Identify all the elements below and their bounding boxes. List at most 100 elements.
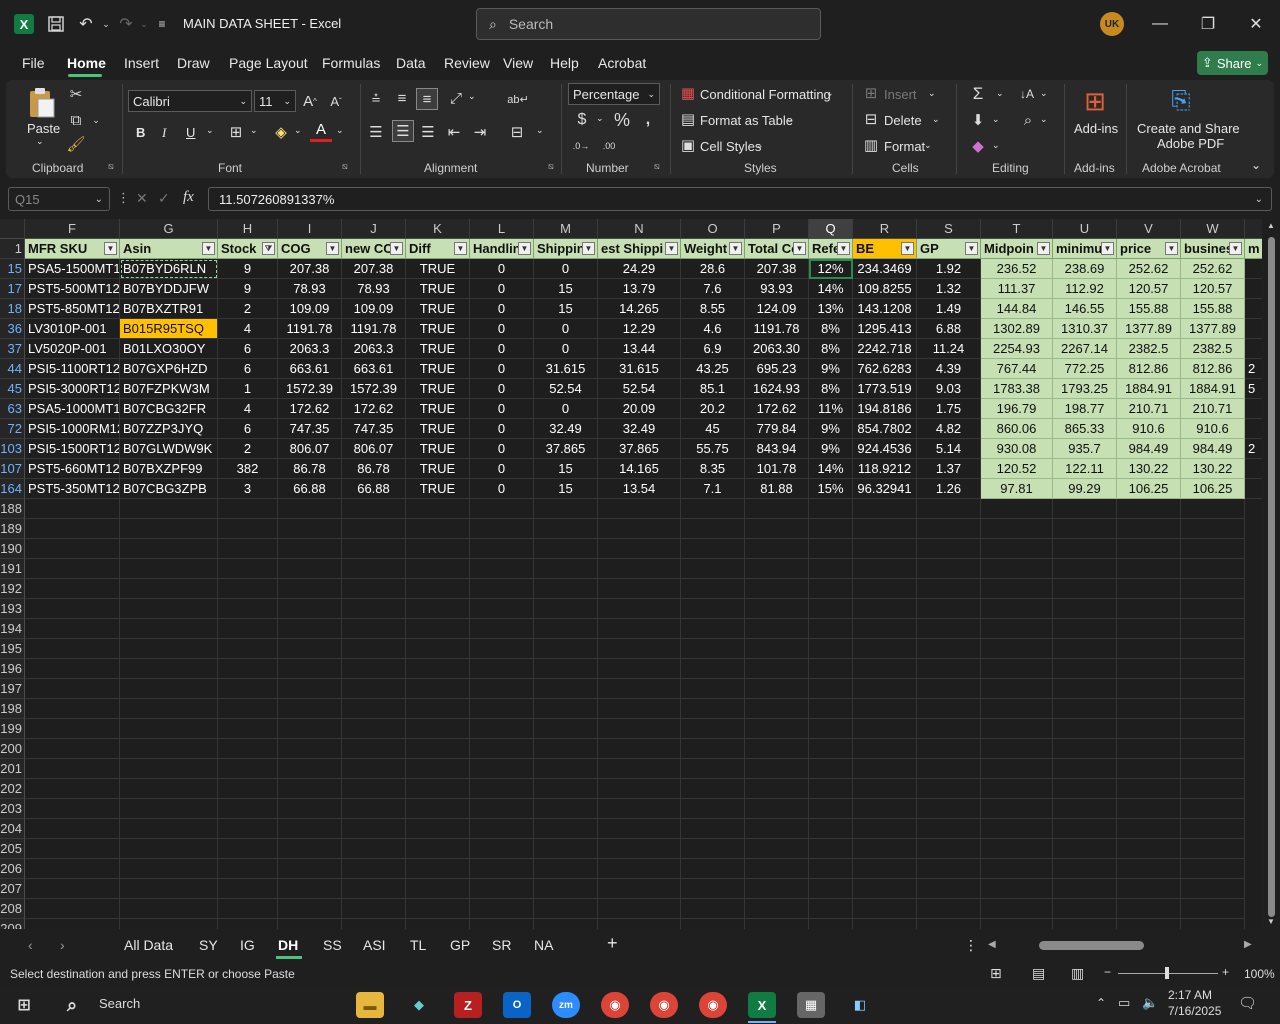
empty-cell[interactable] xyxy=(809,899,853,919)
empty-cell[interactable] xyxy=(406,859,470,879)
chevron-down-icon[interactable]: ⌄ xyxy=(786,114,794,125)
empty-cell[interactable] xyxy=(218,919,278,929)
table-cell[interactable]: 198.77 xyxy=(1053,399,1117,419)
row-header[interactable]: 200 xyxy=(0,739,25,759)
sheet-tab-dh[interactable]: DH xyxy=(278,937,298,953)
chevron-down-icon[interactable]: ⌄ xyxy=(932,114,940,125)
table-cell[interactable]: 6 xyxy=(218,359,278,379)
chevron-down-icon[interactable]: ⌄ xyxy=(924,140,932,151)
table-cell[interactable]: 1793.25 xyxy=(1053,379,1117,399)
empty-cell[interactable] xyxy=(917,619,981,639)
column-header-l[interactable]: L xyxy=(470,219,534,239)
windows-start-icon[interactable]: ⊞ xyxy=(10,992,38,1018)
empty-cell[interactable] xyxy=(745,859,809,879)
chevron-down-icon[interactable]: ⌄ xyxy=(756,140,764,151)
table-cell[interactable]: 78.93 xyxy=(342,279,406,299)
empty-cell[interactable] xyxy=(981,679,1053,699)
restore-icon[interactable]: ❐ xyxy=(1193,10,1223,38)
sheet-tab-na[interactable]: NA xyxy=(534,937,553,953)
empty-cell[interactable] xyxy=(25,819,120,839)
empty-cell[interactable] xyxy=(120,519,218,539)
empty-cell[interactable] xyxy=(917,739,981,759)
table-cell[interactable]: 37.865 xyxy=(598,439,681,459)
row-header[interactable]: 63 xyxy=(0,399,25,419)
table-cell[interactable]: 52.54 xyxy=(534,379,598,399)
table-cell[interactable]: 695.23 xyxy=(745,359,809,379)
empty-cell[interactable] xyxy=(278,779,342,799)
table-cell[interactable]: 9% xyxy=(809,439,853,459)
table-cell[interactable]: 143.1208 xyxy=(853,299,917,319)
number-launcher-icon[interactable]: ⧅ xyxy=(654,161,660,172)
cell-styles-icon[interactable]: ▣ xyxy=(679,136,697,154)
empty-cell[interactable] xyxy=(120,879,218,899)
empty-cell[interactable] xyxy=(25,839,120,859)
empty-cell[interactable] xyxy=(342,899,406,919)
chrome-icon[interactable]: ◉ xyxy=(601,992,629,1018)
table-cell[interactable]: 860.06 xyxy=(981,419,1053,439)
table-cell[interactable]: 146.55 xyxy=(1053,299,1117,319)
table-cell[interactable]: 0 xyxy=(534,339,598,359)
share-button[interactable]: ⇪ Share ⌄ xyxy=(1197,51,1268,75)
sheet-tab-sy[interactable]: SY xyxy=(199,937,218,953)
empty-cell[interactable] xyxy=(681,719,745,739)
empty-cell[interactable] xyxy=(917,839,981,859)
row-header[interactable]: 206 xyxy=(0,859,25,879)
tab-acrobat[interactable]: Acrobat xyxy=(598,55,646,71)
empty-cell[interactable] xyxy=(342,839,406,859)
table-cell[interactable] xyxy=(1245,459,1262,479)
table-cell[interactable]: TRUE xyxy=(406,259,470,279)
table-cell[interactable]: 12.29 xyxy=(598,319,681,339)
chevron-down-icon[interactable]: ⌄ xyxy=(826,88,834,99)
empty-cell[interactable] xyxy=(598,519,681,539)
empty-cell[interactable] xyxy=(1181,879,1245,899)
empty-cell[interactable] xyxy=(598,599,681,619)
row-header[interactable]: 209 xyxy=(0,919,25,929)
clock-date[interactable]: 7/16/2025 xyxy=(1168,1004,1221,1018)
table-cell[interactable]: 9% xyxy=(809,419,853,439)
empty-cell[interactable] xyxy=(406,539,470,559)
row-header[interactable]: 191 xyxy=(0,559,25,579)
empty-cell[interactable] xyxy=(534,659,598,679)
table-cell[interactable]: TRUE xyxy=(406,479,470,499)
table-cell[interactable]: 984.49 xyxy=(1181,439,1245,459)
table-cell[interactable] xyxy=(1245,299,1262,319)
table-cell[interactable]: PSA5-1500MT11 xyxy=(25,259,120,279)
empty-cell[interactable] xyxy=(1117,499,1181,519)
table-cell[interactable]: 854.7802 xyxy=(853,419,917,439)
column-filter-header[interactable]: minimu ▼ xyxy=(1053,239,1117,259)
empty-cell[interactable] xyxy=(534,739,598,759)
table-cell[interactable]: TRUE xyxy=(406,399,470,419)
empty-cell[interactable] xyxy=(681,739,745,759)
table-cell[interactable]: TRUE xyxy=(406,339,470,359)
empty-cell[interactable] xyxy=(470,519,534,539)
table-cell[interactable]: 1302.89 xyxy=(981,319,1053,339)
empty-cell[interactable] xyxy=(598,659,681,679)
empty-cell[interactable] xyxy=(809,539,853,559)
empty-cell[interactable] xyxy=(1117,879,1181,899)
empty-cell[interactable] xyxy=(598,579,681,599)
enter-icon[interactable]: ✓ xyxy=(158,190,170,207)
empty-cell[interactable] xyxy=(278,499,342,519)
table-cell[interactable] xyxy=(1245,279,1262,299)
currency-dropdown-icon[interactable]: ⌄ xyxy=(596,113,604,124)
empty-cell[interactable] xyxy=(681,779,745,799)
table-cell[interactable]: 0 xyxy=(470,459,534,479)
table-cell[interactable]: TRUE xyxy=(406,419,470,439)
comma-style-icon[interactable]: , xyxy=(640,110,656,130)
empty-cell[interactable] xyxy=(598,639,681,659)
table-cell[interactable]: 207.38 xyxy=(745,259,809,279)
empty-cell[interactable] xyxy=(745,519,809,539)
page-layout-view-icon[interactable]: ▤ xyxy=(1032,965,1045,982)
empty-cell[interactable] xyxy=(981,659,1053,679)
close-icon[interactable]: ✕ xyxy=(1241,10,1271,38)
column-filter-header[interactable]: GP ▼ xyxy=(917,239,981,259)
empty-cell[interactable] xyxy=(120,659,218,679)
empty-cell[interactable] xyxy=(1117,799,1181,819)
table-cell[interactable]: 747.35 xyxy=(342,419,406,439)
filter-dropdown-icon[interactable]: ▼ xyxy=(665,242,678,255)
empty-cell[interactable] xyxy=(1181,499,1245,519)
empty-cell[interactable] xyxy=(120,779,218,799)
empty-cell[interactable] xyxy=(278,799,342,819)
table-cell[interactable]: 6.9 xyxy=(681,339,745,359)
empty-cell[interactable] xyxy=(406,679,470,699)
